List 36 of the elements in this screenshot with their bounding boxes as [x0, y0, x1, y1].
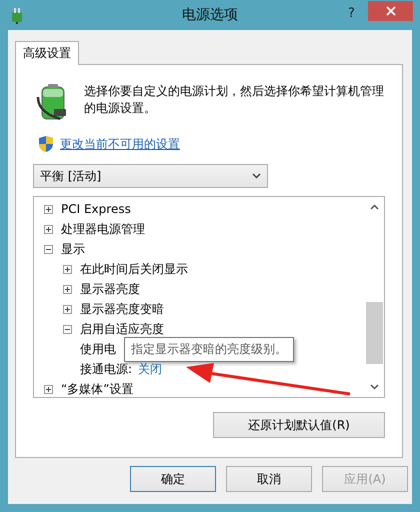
expand-icon[interactable]	[63, 264, 72, 274]
setting-value-link[interactable]: 关闭	[138, 360, 162, 378]
tab[interactable]: 高级设置	[15, 41, 79, 65]
shield-icon	[38, 135, 54, 153]
scroll-thumb[interactable]	[366, 302, 383, 364]
tree-item[interactable]: 在此时间后关闭显示	[80, 260, 188, 278]
tree-item[interactable]: 显示	[61, 240, 85, 258]
caret-icon	[252, 173, 261, 179]
tree-item[interactable]: 显示器亮度	[80, 280, 140, 298]
tooltip: 指定显示器变暗的亮度级别。	[124, 337, 294, 362]
expand-icon[interactable]	[44, 224, 53, 234]
expand-icon[interactable]	[63, 304, 72, 314]
plan-dropdown[interactable]: 平衡 [活动]	[33, 164, 268, 188]
close-icon	[386, 6, 396, 16]
change-settings-link[interactable]: 更改当前不可用的设置	[60, 136, 180, 152]
collapse-icon[interactable]	[63, 324, 72, 334]
tree-item[interactable]: 启用自适应亮度	[80, 320, 164, 338]
tree-item[interactable]: 显示器亮度变暗	[80, 300, 164, 318]
setting-label: 使用电	[80, 340, 116, 358]
scroll-up-icon[interactable]	[370, 204, 379, 210]
tree-item[interactable]: “多媒体”设置	[61, 380, 134, 398]
scroll-down-icon[interactable]	[370, 384, 379, 390]
window-title: 电源选项	[182, 7, 238, 23]
expand-icon[interactable]	[44, 384, 53, 394]
dialog-button[interactable]: 确定	[130, 466, 216, 492]
description-text: 选择你要自定义的电源计划，然后选择你希望计算机管理的电源设置。	[84, 83, 385, 117]
restore-defaults-button[interactable]: 还原计划默认值(R)	[213, 412, 385, 438]
expand-icon[interactable]	[44, 204, 53, 214]
dialog-button[interactable]: 取消	[226, 466, 312, 492]
collapse-icon[interactable]	[44, 244, 53, 254]
close-button[interactable]	[368, 1, 413, 21]
tree-item[interactable]: 处理器电源管理	[61, 220, 145, 238]
expand-icon[interactable]	[63, 284, 72, 294]
tree-item[interactable]: PCI Express	[61, 202, 131, 216]
help-button[interactable]: ?	[346, 6, 357, 21]
setting-label: 接通电源:	[80, 360, 132, 378]
